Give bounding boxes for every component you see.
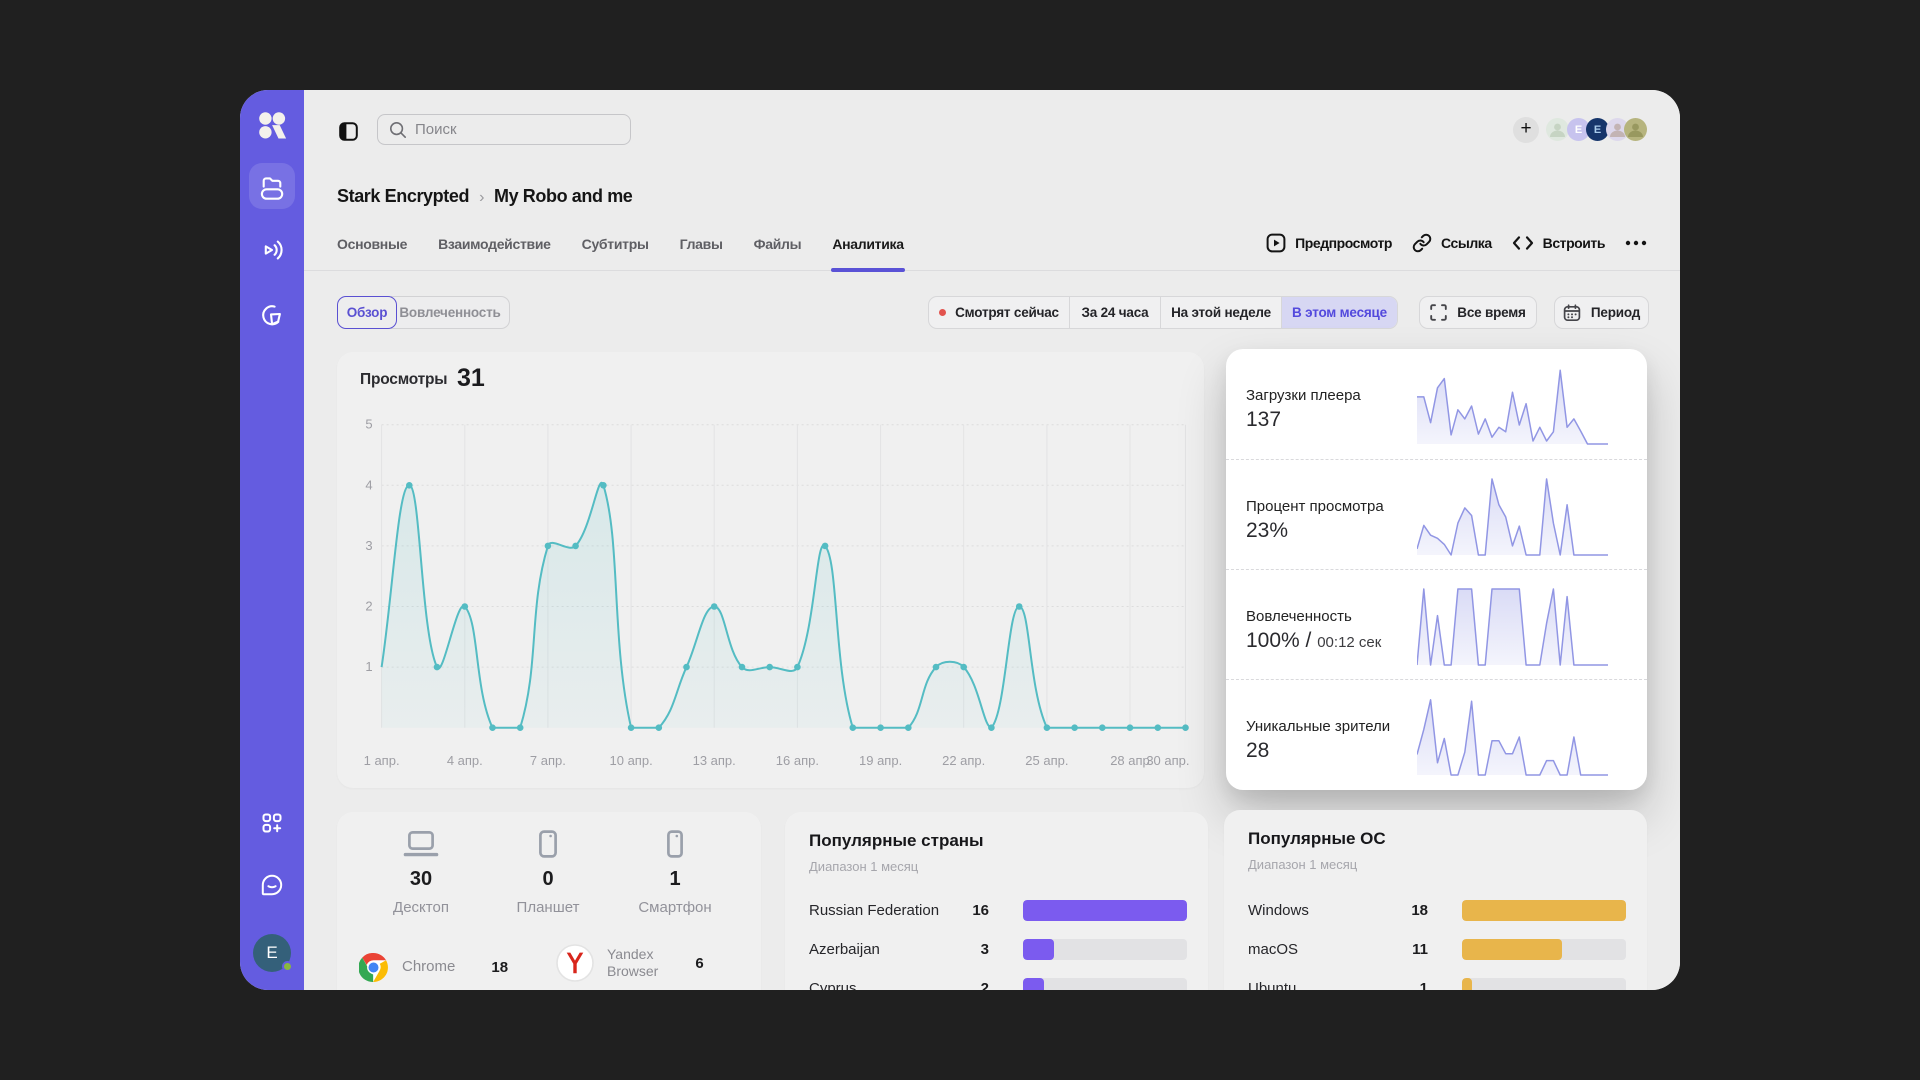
svg-text:22 апр.: 22 апр. (942, 753, 985, 768)
svg-text:19 апр.: 19 апр. (859, 753, 902, 768)
svg-text:25 апр.: 25 апр. (1025, 753, 1068, 768)
svg-text:2: 2 (365, 599, 372, 614)
svg-text:30 апр.: 30 апр. (1146, 753, 1189, 768)
svg-text:13 апр.: 13 апр. (693, 753, 736, 768)
svg-text:16 апр.: 16 апр. (776, 753, 819, 768)
svg-text:7 апр.: 7 апр. (530, 753, 566, 768)
svg-text:4 апр.: 4 апр. (447, 753, 483, 768)
svg-text:1: 1 (365, 659, 372, 674)
svg-text:1 апр.: 1 апр. (364, 753, 400, 768)
svg-text:28 апр: 28 апр (1110, 753, 1150, 768)
svg-text:4: 4 (365, 477, 372, 492)
svg-text:5: 5 (365, 417, 372, 432)
svg-text:3: 3 (365, 538, 372, 553)
svg-text:10 апр.: 10 апр. (610, 753, 653, 768)
